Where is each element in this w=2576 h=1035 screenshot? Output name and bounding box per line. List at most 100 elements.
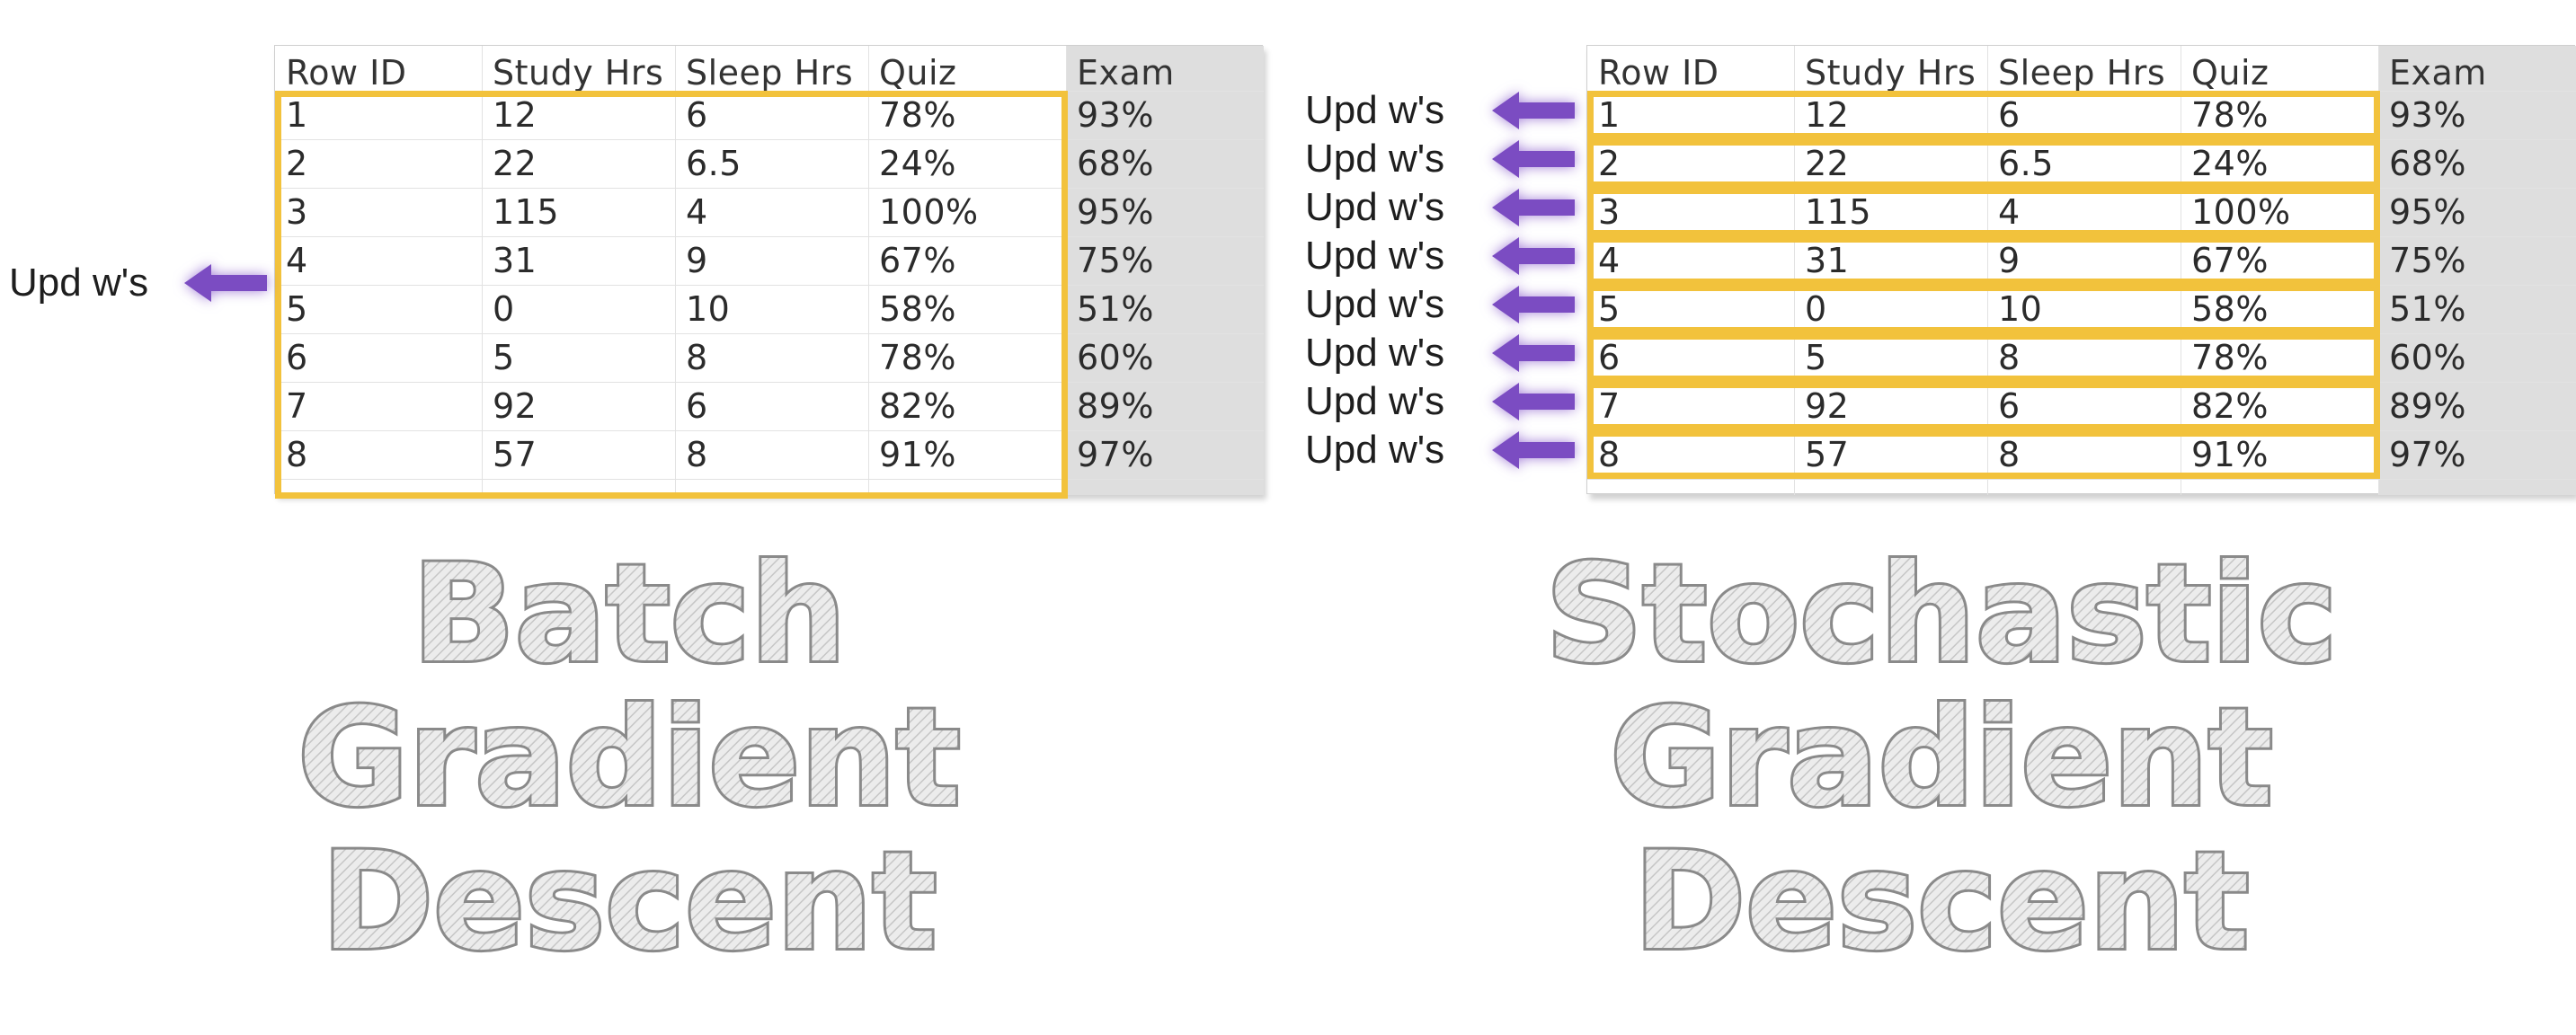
update-arrow-icon [1492, 332, 1575, 374]
table-cell: 57 [493, 435, 537, 474]
update-arrow-icon [1492, 90, 1575, 131]
table-cell: 4 [286, 241, 308, 280]
table-cell: 115 [493, 192, 560, 232]
table-cell: 3 [286, 192, 308, 232]
update-arrow-icon [1492, 429, 1575, 471]
table-cell: 6 [286, 338, 308, 377]
table-cell: 6 [1598, 338, 1621, 377]
table-cell: 8 [1998, 435, 2021, 474]
table-cell: 67% [879, 241, 956, 280]
table-cell: 51% [2389, 289, 2466, 329]
table-cell: 24% [879, 144, 956, 183]
batch-table-panel: Row ID Study Hrs Sleep Hrs Quiz Exam 1 12 6 78% 9… [274, 45, 1264, 499]
column-header: Quiz [2191, 53, 2270, 93]
table-cell: 82% [879, 386, 956, 426]
table-cell: 2 [1598, 144, 1621, 183]
table-cell: 10 [686, 289, 731, 329]
table-cell: 100% [879, 192, 979, 232]
table-cell: 78% [879, 95, 956, 135]
batch-title-line: Gradient [298, 680, 960, 836]
batch-title-line: Batch [413, 548, 847, 693]
table-cell: 95% [2389, 192, 2466, 232]
update-weights-label: Upd w's [1305, 379, 1445, 423]
table-cell: 0 [493, 289, 515, 329]
stochastic-title-line: Descent [1634, 824, 2250, 980]
table-cell: 68% [1077, 144, 1154, 183]
table-cell: 78% [879, 338, 956, 377]
table-cell: 6.5 [1998, 144, 2054, 183]
table-cell: 58% [2191, 289, 2269, 329]
table-cell: 4 [1998, 192, 2021, 232]
table-cell: 12 [1805, 95, 1850, 135]
table-cell: 97% [1077, 435, 1154, 474]
table-cell: 68% [2389, 144, 2466, 183]
table-cell: 6 [686, 95, 708, 135]
table-cell: 22 [1805, 144, 1850, 183]
update-weights-label: Upd w's [1305, 282, 1445, 326]
table-cell: 6 [1998, 95, 2021, 135]
grid-line [1587, 479, 2576, 480]
update-arrow-icon [184, 262, 267, 304]
table-cell: 7 [1598, 386, 1621, 426]
column-header: Study Hrs [493, 53, 664, 93]
stochastic-title-line: Gradient [1610, 680, 2272, 836]
table-cell: 93% [1077, 95, 1154, 135]
table-cell: 5 [1598, 289, 1621, 329]
table-cell: 115 [1805, 192, 1872, 232]
update-weights-label: Upd w's [1305, 185, 1445, 229]
table-cell: 4 [1598, 241, 1621, 280]
table-cell: 97% [2389, 435, 2466, 474]
table-cell: 78% [2191, 95, 2269, 135]
table-cell: 8 [1998, 338, 2021, 377]
column-header: Sleep Hrs [686, 53, 854, 93]
update-weights-label: Upd w's [1305, 234, 1445, 278]
table-cell: 6.5 [686, 144, 742, 183]
table-cell: 9 [1998, 241, 2021, 280]
update-weights-label: Upd w's [1305, 88, 1445, 132]
table-cell: 95% [1077, 192, 1154, 232]
stochastic-gradient-descent-title: StochasticGradientDescent [1542, 548, 2340, 983]
table-cell: 100% [2191, 192, 2291, 232]
table-cell: 5 [493, 338, 515, 377]
column-header: Sleep Hrs [1998, 53, 2166, 93]
column-header: Study Hrs [1805, 53, 1976, 93]
column-header: Exam [2389, 53, 2487, 93]
table-cell: 67% [2191, 241, 2269, 280]
table-cell: 58% [879, 289, 956, 329]
table-cell: 9 [686, 241, 708, 280]
spreadsheet: Row ID Study Hrs Sleep Hrs Quiz Exam 1 12 6 78% 9… [274, 45, 1264, 499]
column-header: Exam [1077, 53, 1175, 93]
table-cell: 8 [686, 435, 708, 474]
table-cell: 60% [2389, 338, 2466, 377]
table-cell: 51% [1077, 289, 1154, 329]
update-weights-label: Upd w's [1305, 331, 1445, 375]
table-cell: 92 [1805, 386, 1850, 426]
column-header: Quiz [879, 53, 957, 93]
table-cell: 75% [1077, 241, 1154, 280]
grid-line [275, 479, 1264, 480]
table-cell: 1 [286, 95, 308, 135]
spreadsheet: Row ID Study Hrs Sleep Hrs Quiz Exam 1 12 6 78% 9… [1586, 45, 2576, 495]
table-cell: 8 [1598, 435, 1621, 474]
table-cell: 89% [1077, 386, 1154, 426]
table-cell: 24% [2191, 144, 2269, 183]
stochastic-title-line: Stochastic [1545, 548, 2337, 693]
table-cell: 93% [2389, 95, 2466, 135]
update-arrow-icon [1492, 235, 1575, 277]
update-arrow-icon [1492, 138, 1575, 180]
column-header: Row ID [1598, 53, 1719, 93]
table-cell: 75% [2389, 241, 2466, 280]
table-cell: 6 [1998, 386, 2021, 426]
table-cell: 4 [686, 192, 708, 232]
column-header: Row ID [286, 53, 407, 93]
table-cell: 5 [1805, 338, 1827, 377]
update-arrow-icon [1492, 284, 1575, 325]
table-cell: 12 [493, 95, 537, 135]
table-cell: 3 [1598, 192, 1621, 232]
table-cell: 8 [686, 338, 708, 377]
update-weights-label: Upd w's [1305, 428, 1445, 472]
table-cell: 92 [493, 386, 537, 426]
table-cell: 2 [286, 144, 308, 183]
batch-gradient-descent-title: BatchGradientDescent [295, 548, 963, 983]
table-cell: 22 [493, 144, 537, 183]
